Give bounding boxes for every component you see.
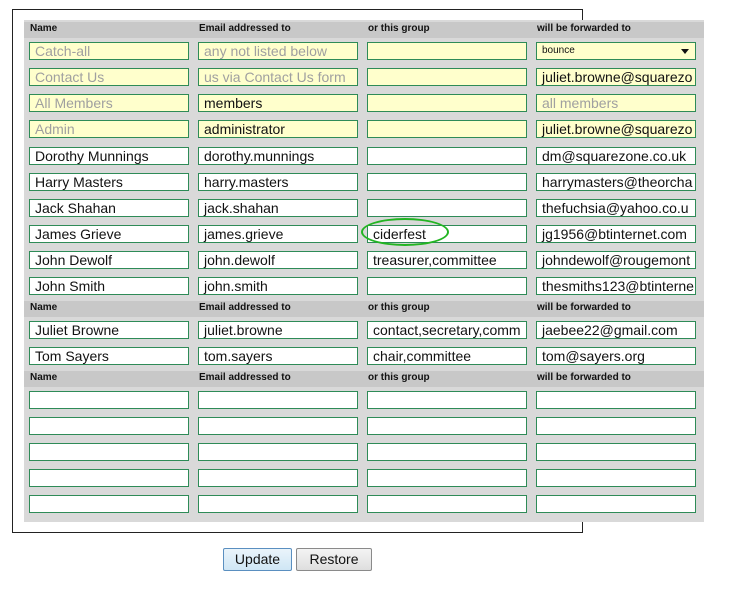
group-field[interactable] [367,469,527,487]
email-field[interactable]: tom.sayers [198,347,358,365]
header-forward: will be forwarded to [537,302,631,313]
header-email: Email addressed to [199,302,291,313]
table-header: Name Email addressed to or this group wi… [24,301,704,317]
group-field[interactable] [367,443,527,461]
group-field[interactable] [367,94,527,112]
group-field[interactable] [367,199,527,217]
group-field[interactable] [367,120,527,138]
name-field[interactable]: John Dewolf [29,251,189,269]
email-field[interactable]: members [198,94,358,112]
group-field[interactable]: chair,committee [367,347,527,365]
forward-field[interactable] [536,443,696,461]
forward-select[interactable]: bounce [536,42,696,60]
email-field[interactable]: john.smith [198,277,358,295]
forward-field[interactable]: tom@sayers.org [536,347,696,365]
forward-field[interactable]: juliet.browne@squarezo [536,120,696,138]
header-email: Email addressed to [199,372,291,383]
group-field[interactable] [367,68,527,86]
name-field[interactable]: Harry Masters [29,173,189,191]
group-field[interactable] [367,277,527,295]
email-forwarding-table: Name Email addressed to or this group wi… [24,20,704,522]
chevron-down-icon [681,49,689,54]
group-field[interactable]: contact,secretary,comm [367,321,527,339]
forward-field[interactable]: johndewolf@rougemont [536,251,696,269]
restore-button[interactable]: Restore [296,548,372,571]
group-field[interactable] [367,391,527,409]
forward-field[interactable]: jaebee22@gmail.com [536,321,696,339]
forward-field[interactable]: dm@squarezone.co.uk [536,147,696,165]
name-field[interactable]: Catch-all [29,42,189,60]
email-field[interactable]: any not listed below [198,42,358,60]
email-field[interactable] [198,417,358,435]
forward-field[interactable]: thesmiths123@btinterne [536,277,696,295]
header-forward: will be forwarded to [537,23,631,34]
email-field[interactable]: harry.masters [198,173,358,191]
header-forward: will be forwarded to [537,372,631,383]
update-button[interactable]: Update [223,548,292,571]
forward-field[interactable] [536,417,696,435]
email-field[interactable] [198,443,358,461]
email-field[interactable]: dorothy.munnings [198,147,358,165]
email-field[interactable] [198,391,358,409]
name-field[interactable] [29,495,189,513]
email-field[interactable]: juliet.browne [198,321,358,339]
forward-select-value: bounce [542,45,575,56]
forward-field[interactable]: juliet.browne@squarezo [536,68,696,86]
name-field[interactable] [29,469,189,487]
header-name: Name [30,372,58,383]
email-field[interactable]: jack.shahan [198,199,358,217]
group-field[interactable] [367,495,527,513]
email-field[interactable]: administrator [198,120,358,138]
group-field[interactable] [367,42,527,60]
email-field[interactable] [198,469,358,487]
forward-field[interactable]: thefuchsia@yahoo.co.u [536,199,696,217]
table-header: Name Email addressed to or this group wi… [24,22,704,38]
forward-field[interactable]: all members [536,94,696,112]
email-field[interactable]: us via Contact Us form [198,68,358,86]
name-field[interactable]: Jack Shahan [29,199,189,217]
name-field[interactable] [29,417,189,435]
email-field[interactable]: james.grieve [198,225,358,243]
name-field[interactable]: Admin [29,120,189,138]
forward-field[interactable] [536,469,696,487]
header-group: or this group [368,23,430,34]
name-field[interactable]: Tom Sayers [29,347,189,365]
name-field[interactable]: Juliet Browne [29,321,189,339]
header-group: or this group [368,302,430,313]
forward-field[interactable] [536,495,696,513]
email-field[interactable]: john.dewolf [198,251,358,269]
name-field[interactable]: Dorothy Munnings [29,147,189,165]
name-field[interactable]: John Smith [29,277,189,295]
name-field[interactable]: James Grieve [29,225,189,243]
forward-field[interactable]: harrymasters@theorcha [536,173,696,191]
table-header: Name Email addressed to or this group wi… [24,371,704,387]
header-email: Email addressed to [199,23,291,34]
group-field[interactable] [367,417,527,435]
header-name: Name [30,302,58,313]
email-field[interactable] [198,495,358,513]
forward-field[interactable]: jg1956@btinternet.com [536,225,696,243]
header-group: or this group [368,372,430,383]
group-field[interactable]: ciderfest [367,225,527,243]
name-field[interactable]: All Members [29,94,189,112]
header-name: Name [30,23,58,34]
name-field[interactable]: Contact Us [29,68,189,86]
group-field[interactable] [367,147,527,165]
name-field[interactable] [29,443,189,461]
name-field[interactable] [29,391,189,409]
group-field[interactable]: treasurer,committee [367,251,527,269]
forward-field[interactable] [536,391,696,409]
group-field[interactable] [367,173,527,191]
